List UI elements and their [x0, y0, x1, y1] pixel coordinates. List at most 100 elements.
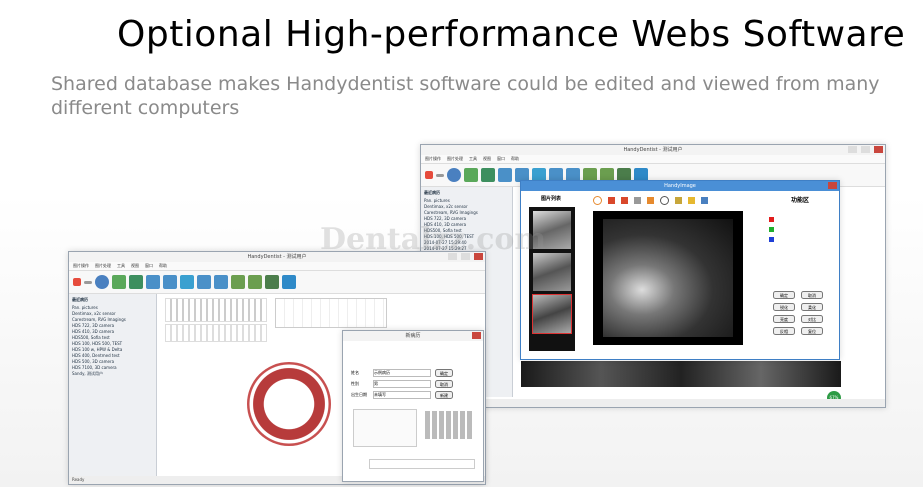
color-green[interactable]: [769, 227, 774, 232]
back-status-bar: Ready: [421, 399, 885, 407]
thumbnail[interactable]: [533, 253, 571, 291]
export-icon[interactable]: [163, 275, 177, 289]
birthdate-field[interactable]: 未填写: [373, 391, 431, 399]
menu-item[interactable]: 窗口: [497, 156, 505, 162]
grid-icon[interactable]: [481, 168, 495, 182]
zoom-icon[interactable]: [660, 195, 669, 205]
gender-field[interactable]: 男: [373, 380, 431, 388]
report-icon[interactable]: [282, 275, 296, 289]
close-icon[interactable]: [874, 146, 883, 153]
tooth-chart[interactable]: [165, 298, 267, 322]
tree-head: 最近病历: [72, 297, 88, 302]
search-icon[interactable]: [447, 168, 461, 182]
grid-icon[interactable]: [129, 275, 143, 289]
menu-item[interactable]: 图片处理: [447, 156, 463, 162]
xray-viewer[interactable]: [593, 211, 743, 345]
import-icon[interactable]: [498, 168, 512, 182]
close-icon[interactable]: [472, 332, 481, 339]
menu-item[interactable]: 帮助: [159, 263, 167, 269]
field-label: 性别: [351, 381, 359, 386]
field-label: 出生日期: [351, 392, 367, 397]
undo-icon[interactable]: [608, 196, 615, 204]
menu-item[interactable]: 工具: [469, 156, 477, 162]
function-panel: 确定 取消 锐化 柔化 亮度 对比 反相 复位: [767, 211, 833, 351]
confirm-button[interactable]: 确定: [435, 369, 453, 377]
record-dialog-title: 新病历: [405, 333, 421, 339]
record-dialog-controls[interactable]: [472, 332, 481, 339]
record-form: 姓名 示例病历 确定 性别 男 取消 出生日期 未填写 新建: [351, 369, 475, 399]
menu-item[interactable]: 图片操作: [73, 263, 89, 269]
record-tree[interactable]: [353, 409, 417, 447]
pen-icon[interactable]: [112, 275, 126, 289]
name-field[interactable]: 示例病历: [373, 369, 431, 377]
back-menubar: 图片操作 图片处理 工具 视图 窗口 帮助: [421, 155, 885, 164]
rotate-icon[interactable]: [593, 195, 602, 205]
close-icon[interactable]: [828, 182, 837, 189]
sensor-icon[interactable]: [180, 275, 194, 289]
cancel-button[interactable]: 取消: [435, 380, 453, 388]
camera-icon[interactable]: [197, 275, 211, 289]
menu-item[interactable]: 工具: [117, 263, 125, 269]
pen-icon[interactable]: [464, 168, 478, 182]
menu-item[interactable]: 帮助: [511, 156, 519, 162]
search-icon[interactable]: [95, 275, 109, 289]
color-blue[interactable]: [769, 237, 774, 242]
menu-item[interactable]: 图片处理: [95, 263, 111, 269]
menu-item[interactable]: 图片操作: [425, 156, 441, 162]
grid-icon[interactable]: [634, 196, 641, 204]
function-button[interactable]: 反相: [773, 327, 795, 335]
field-label: 姓名: [351, 370, 359, 375]
add-icon[interactable]: [425, 171, 433, 179]
redo-icon[interactable]: [621, 196, 628, 204]
new-button[interactable]: 新建: [435, 391, 453, 399]
image-toolbar: [593, 195, 743, 205]
image-icon[interactable]: [231, 275, 245, 289]
tree-item[interactable]: Sandy, 测试用户: [72, 371, 153, 377]
menu-item[interactable]: 视图: [483, 156, 491, 162]
minimize-icon[interactable]: [848, 146, 857, 153]
function-button[interactable]: 确定: [773, 291, 795, 299]
back-window-title: HandyDentist - 测试用户: [623, 147, 683, 153]
import-icon[interactable]: [146, 275, 160, 289]
logo-tooth-icon: [247, 362, 331, 446]
panorama-icon[interactable]: [248, 275, 262, 289]
function-button[interactable]: 亮度: [773, 315, 795, 323]
function-button[interactable]: 对比: [801, 315, 823, 323]
record-notes-field[interactable]: [369, 459, 475, 469]
menu-item[interactable]: 窗口: [145, 263, 153, 269]
save-icon[interactable]: [701, 196, 708, 204]
maximize-icon[interactable]: [861, 146, 870, 153]
record-tooth-grid[interactable]: [425, 411, 473, 439]
function-button[interactable]: 取消: [801, 291, 823, 299]
back-window-controls[interactable]: [848, 146, 883, 153]
record-dialog-titlebar: 新病历: [343, 331, 483, 341]
front-toolbar: [69, 271, 485, 294]
delete-icon[interactable]: [84, 280, 92, 284]
tooth-grid[interactable]: [275, 298, 387, 328]
record-dialog: 新病历 姓名 示例病历 确定 性别 男 取消 出生日期 未填写 新建: [342, 330, 484, 482]
function-area-label: 功能区: [791, 197, 810, 204]
contrast-icon[interactable]: [647, 196, 654, 204]
dental-xray-image: [603, 219, 733, 337]
image-dialog: HandyImage 图片列表 功能区 确定 取消 锐化 柔化 亮度 对比 反相…: [520, 180, 840, 360]
color-red[interactable]: [769, 217, 774, 222]
function-button[interactable]: 锐化: [773, 303, 795, 311]
delete-icon[interactable]: [436, 173, 444, 177]
image-list-label: 图片列表: [541, 196, 562, 202]
tooth-chart-lower[interactable]: [165, 324, 267, 342]
background-xray-strip: [521, 361, 841, 387]
arrow-icon[interactable]: [688, 196, 695, 204]
headline: Optional High-performance Webs Software: [117, 14, 906, 55]
menu-item[interactable]: 视图: [131, 263, 139, 269]
scan-icon[interactable]: [214, 275, 228, 289]
subline: Shared database makes Handydentist softw…: [51, 73, 880, 119]
function-button[interactable]: 复位: [801, 327, 823, 335]
function-button[interactable]: 柔化: [801, 303, 823, 311]
add-icon[interactable]: [73, 278, 81, 286]
tree-head: 最近病历: [424, 190, 440, 195]
thumbnail-selected[interactable]: [532, 294, 572, 334]
image-dialog-controls[interactable]: [828, 182, 837, 189]
pen-icon[interactable]: [675, 196, 682, 204]
tooth-icon[interactable]: [265, 275, 279, 289]
image-dialog-title: HandyImage: [664, 183, 696, 189]
